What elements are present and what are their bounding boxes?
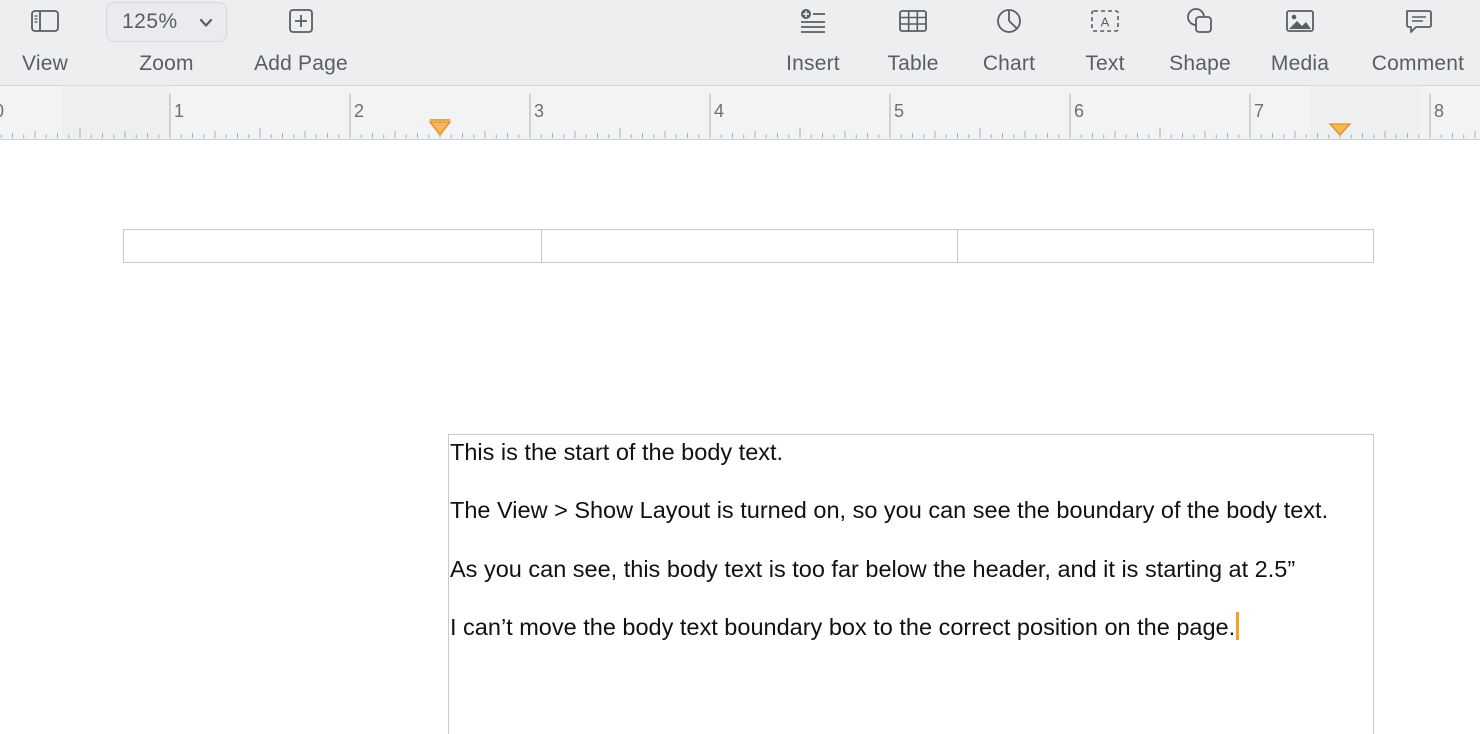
photo-icon <box>1284 6 1316 36</box>
insert-label: Insert <box>786 52 840 75</box>
table-label: Table <box>887 52 939 75</box>
zoom-value: 125% <box>122 10 178 33</box>
header-cell-center[interactable] <box>541 230 957 262</box>
ruler-number: 0 <box>0 101 4 121</box>
table-icon <box>897 6 929 36</box>
text-button[interactable]: A Text <box>1065 0 1145 85</box>
paragraph-text: I can’t move the body text boundary box … <box>450 614 1236 640</box>
ruler-scale: 0 1 2 3 4 5 6 7 8 <box>0 86 1476 139</box>
speech-bubble-icon <box>1402 6 1434 36</box>
comment-button[interactable]: Comment <box>1362 0 1474 85</box>
horizontal-ruler[interactable]: 0 1 2 3 4 5 6 7 8 <box>0 86 1480 140</box>
media-label: Media <box>1270 52 1330 75</box>
header-table[interactable] <box>123 229 1374 263</box>
add-page-label: Add Page <box>254 52 348 75</box>
plus-square-icon <box>285 6 317 36</box>
ruler-number: 5 <box>894 101 904 121</box>
document-canvas[interactable]: This is the start of the body text. The … <box>0 140 1480 734</box>
zoom-dropdown[interactable]: 125% <box>106 2 227 42</box>
header-cell-right[interactable] <box>957 230 1373 262</box>
zoom-button[interactable]: 125% Zoom <box>106 0 227 85</box>
ruler-number: 7 <box>1254 101 1264 121</box>
chart-label: Chart <box>982 52 1036 75</box>
header-cell-left[interactable] <box>124 230 541 262</box>
ruler-number: 2 <box>354 101 364 121</box>
shape-button[interactable]: Shape <box>1160 0 1240 85</box>
insert-list-icon <box>797 6 829 36</box>
view-label: View <box>22 52 68 75</box>
paragraph-text: As you can see, this body text is too fa… <box>450 556 1296 582</box>
ruler-number: 3 <box>534 101 544 121</box>
chart-button[interactable]: Chart <box>969 0 1049 85</box>
ruler-number: 6 <box>1074 101 1084 121</box>
chevron-down-icon <box>198 15 214 31</box>
table-button[interactable]: Table <box>873 0 953 85</box>
media-button[interactable]: Media <box>1260 0 1340 85</box>
ruler-number: 1 <box>174 101 184 121</box>
sidebar-icon <box>29 6 61 36</box>
body-paragraph-1[interactable]: This is the start of the body text. <box>450 437 783 467</box>
ruler-margin-right <box>1310 86 1420 139</box>
pie-chart-icon <box>993 6 1025 36</box>
paragraph-text: This is the start of the body text. <box>450 439 784 465</box>
body-paragraph-4[interactable]: I can’t move the body text boundary box … <box>450 612 1240 642</box>
text-box-icon: A <box>1089 6 1121 36</box>
zoom-label: Zoom <box>139 52 194 75</box>
add-page-button[interactable]: Add Page <box>246 0 356 85</box>
svg-text:A: A <box>1101 15 1110 30</box>
shape-icon <box>1184 6 1216 36</box>
ruler-number: 4 <box>714 101 724 121</box>
left-indent-marker[interactable] <box>428 121 452 137</box>
body-text-boundary[interactable]: This is the start of the body text. The … <box>448 434 1374 734</box>
ruler-number: 8 <box>1434 101 1444 121</box>
text-label: Text <box>1085 52 1125 75</box>
body-paragraph-3[interactable]: As you can see, this body text is too fa… <box>450 554 1295 584</box>
view-button[interactable]: View <box>0 0 90 85</box>
insert-button[interactable]: Insert <box>773 0 853 85</box>
shape-label: Shape <box>1169 52 1231 75</box>
text-cursor <box>1236 612 1240 640</box>
ruler-margin-left <box>62 86 170 139</box>
body-paragraph-2[interactable]: The View > Show Layout is turned on, so … <box>450 495 1328 525</box>
paragraph-text: The View > Show Layout is turned on, so … <box>450 497 1329 523</box>
comment-label: Comment <box>1371 52 1465 75</box>
pages-window: View 125% Zoom Add Page Insert Table Cha… <box>0 0 1480 734</box>
toolbar: View 125% Zoom Add Page Insert Table Cha… <box>0 0 1480 86</box>
